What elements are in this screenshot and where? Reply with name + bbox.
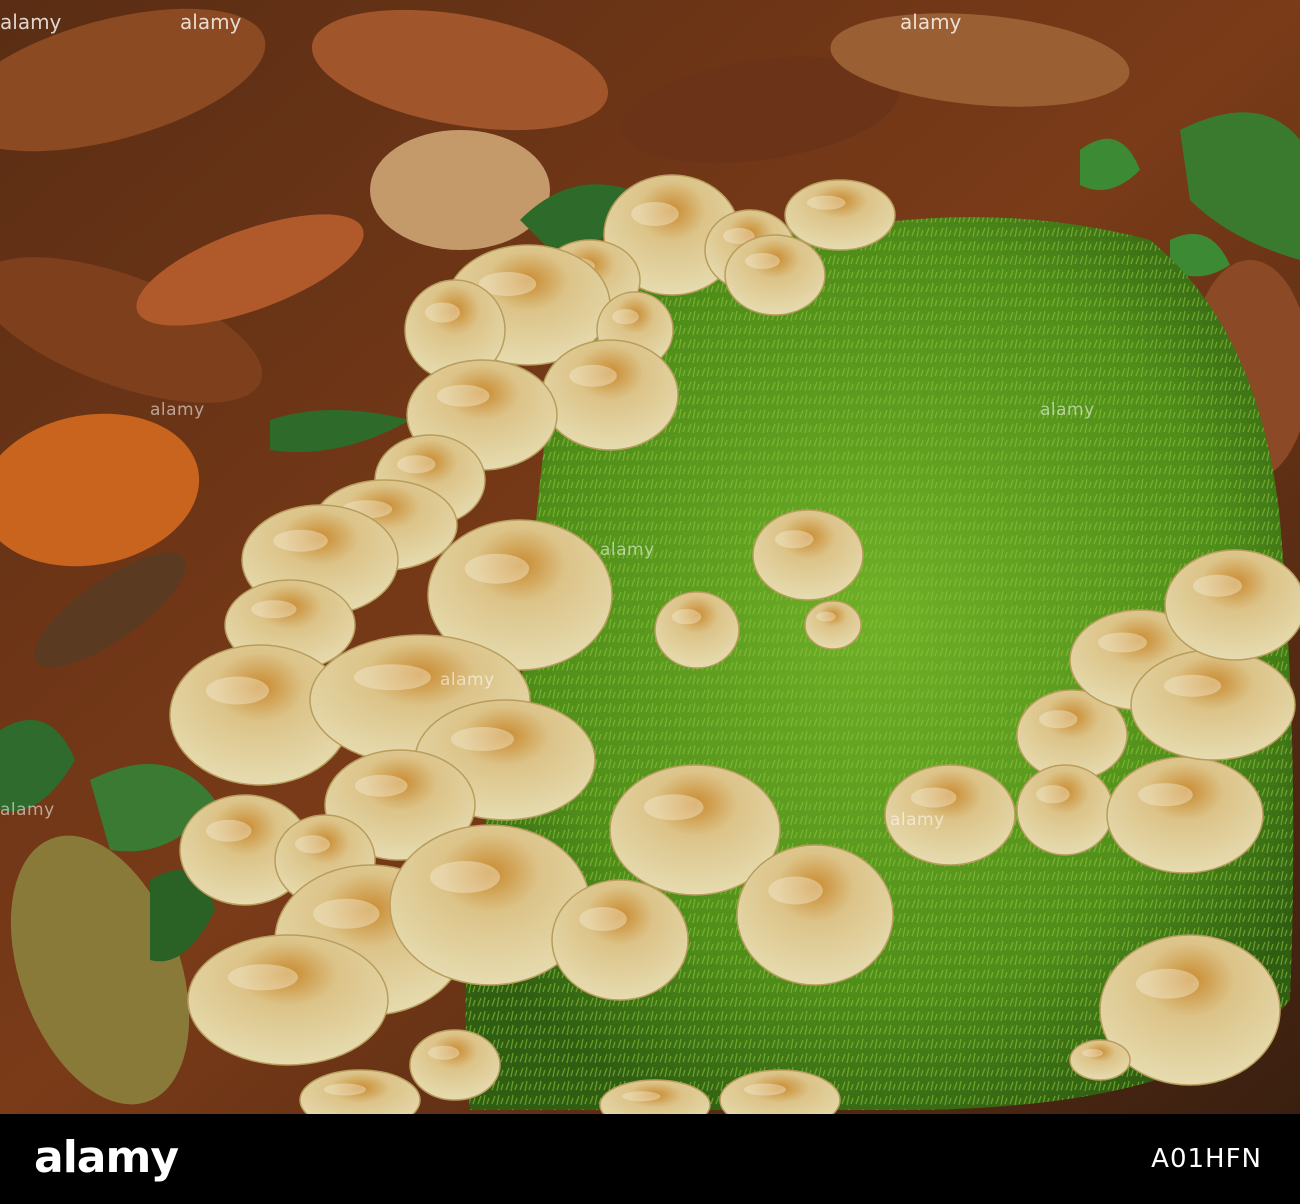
watermark-6: alamy <box>890 810 945 830</box>
mushroom-photo: alamy alamy alamy alamy alamy alamy alam… <box>0 0 1300 1114</box>
cap-highlight <box>1136 968 1199 999</box>
cap-highlight <box>273 529 328 552</box>
watermark-1: alamy <box>150 400 205 420</box>
stock-photo-page: alamy alamy alamy alamy alamy alamy alam… <box>0 0 1300 1204</box>
mushroom-cap <box>1016 764 1114 856</box>
cap-highlight <box>775 530 814 549</box>
cap-highlight <box>1098 632 1147 653</box>
mushroom-cap <box>551 879 689 1001</box>
cap-highlight <box>911 787 957 808</box>
mushroom-cap <box>541 339 679 451</box>
mushroom-cap <box>654 591 740 669</box>
cap-highlight <box>671 609 702 625</box>
cap-highlight <box>644 794 704 821</box>
cap-highlight <box>816 611 836 622</box>
cap-highlight <box>430 861 500 893</box>
cap-highlight <box>451 727 514 751</box>
cap-highlight <box>228 964 298 991</box>
cap-highlight <box>1138 783 1193 807</box>
cap-highlight <box>295 835 330 854</box>
cap-highlight <box>1193 574 1242 597</box>
cap-highlight <box>579 907 627 931</box>
mushroom-cap <box>752 509 864 601</box>
cap-highlight <box>744 1083 786 1096</box>
cap-highlight <box>569 364 617 387</box>
mushroom-cap <box>1106 756 1264 874</box>
mushroom-cap <box>784 179 896 251</box>
cap-highlight <box>464 553 530 584</box>
mushroom-cap <box>1130 649 1296 761</box>
cap-highlight <box>1039 710 1078 729</box>
mushroom-cap <box>187 934 389 1066</box>
watermark-top-1: alamy <box>180 10 242 34</box>
mushroom-cap <box>1164 549 1300 661</box>
cap-highlight <box>324 1083 366 1096</box>
cap-highlight <box>612 309 639 325</box>
mushroom-cap <box>804 600 862 650</box>
watermark-top-left: alamy <box>0 10 62 34</box>
cap-highlight <box>745 253 780 269</box>
cap-highlight <box>1036 785 1070 804</box>
mushroom-cap <box>409 1029 501 1101</box>
cap-highlight <box>1163 674 1222 697</box>
cap-highlight <box>622 1091 661 1102</box>
cap-highlight <box>807 195 846 210</box>
cap-highlight <box>428 1045 460 1060</box>
watermark-3: alamy <box>1040 400 1095 420</box>
cap-highlight <box>251 600 297 619</box>
image-id: A01HFN <box>1151 1144 1262 1174</box>
watermark-2: alamy <box>600 540 655 560</box>
alamy-logo: alamy <box>34 1132 179 1183</box>
cap-highlight <box>397 455 436 474</box>
cap-highlight <box>313 898 380 929</box>
cap-highlight <box>425 302 460 323</box>
mushroom-cap <box>736 844 894 986</box>
cap-highlight <box>355 774 408 797</box>
mushroom-cap <box>1069 1039 1131 1081</box>
cap-highlight <box>354 664 431 691</box>
mushroom-cap <box>724 234 826 316</box>
cap-highlight <box>206 819 252 842</box>
footer-bar: alamy A01HFN <box>0 1114 1300 1204</box>
cap-highlight <box>1082 1049 1103 1057</box>
cap-highlight <box>437 384 490 407</box>
cap-highlight <box>631 202 679 226</box>
cap-highlight <box>206 676 269 705</box>
cap-highlight <box>768 876 823 905</box>
watermark-4: alamy <box>0 800 55 820</box>
watermark-5: alamy <box>440 670 495 690</box>
watermark-top-2: alamy <box>900 10 962 34</box>
